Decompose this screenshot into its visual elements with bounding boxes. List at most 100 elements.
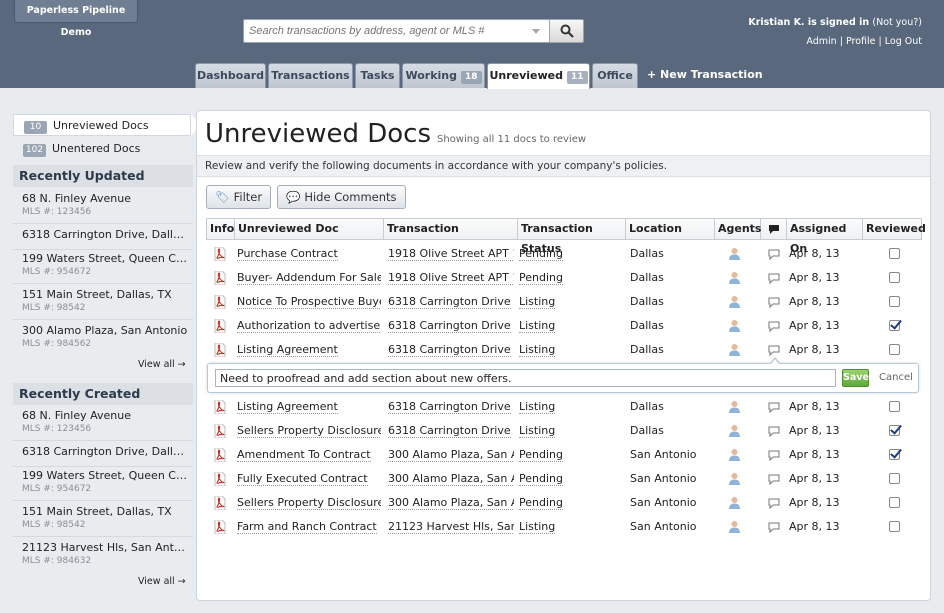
column-header-transaction[interactable]: Transaction	[384, 219, 518, 239]
reviewed-checkbox[interactable]	[889, 497, 900, 508]
pdf-icon[interactable]	[214, 295, 226, 309]
column-header-agents[interactable]: Agents	[715, 219, 761, 239]
not-you-link[interactable]: (Not you?)	[872, 17, 922, 28]
search-input[interactable]	[243, 19, 550, 43]
status-link[interactable]: Listing	[519, 314, 619, 338]
doc-link[interactable]: Sellers Property Disclosure	[237, 419, 381, 443]
speech-bubble-icon[interactable]	[768, 522, 780, 533]
speech-bubble-icon[interactable]	[768, 321, 780, 332]
reviewed-checkbox[interactable]	[889, 272, 900, 283]
transaction-link[interactable]: 300 Alamo Plaza, San Antonio	[388, 443, 514, 467]
speech-bubble-icon[interactable]	[768, 450, 780, 461]
transaction-link[interactable]: 300 Alamo Plaza, San Antonio	[388, 491, 514, 515]
recent-transaction-item[interactable]: 151 Main Street, Dallas, TX MLS #: 98542	[13, 284, 193, 320]
transaction-link[interactable]: 6318 Carrington Drive	[388, 290, 514, 314]
reviewed-checkbox[interactable]	[889, 401, 900, 412]
person-icon[interactable]	[728, 319, 741, 333]
person-icon[interactable]	[728, 271, 741, 285]
speech-bubble-icon[interactable]	[768, 474, 780, 485]
reviewed-checkbox[interactable]	[889, 320, 900, 331]
status-link[interactable]: Listing	[519, 419, 619, 443]
transaction-link[interactable]: 1918 Olive Street APT 1	[388, 266, 514, 290]
doc-link[interactable]: Notice To Prospective Buyer	[237, 290, 381, 314]
person-icon[interactable]	[728, 424, 741, 438]
recent-transaction-item[interactable]: 199 Waters Street, Queen Creek MLS #: 954…	[13, 465, 193, 501]
recent-transaction-item[interactable]: 151 Main Street, Dallas, TX MLS #: 98542	[13, 501, 193, 537]
transaction-link[interactable]: 6318 Carrington Drive	[388, 338, 514, 362]
doc-link[interactable]: Amendment To Contract	[237, 443, 381, 467]
person-icon[interactable]	[728, 247, 741, 261]
status-link[interactable]: Listing	[519, 515, 619, 539]
doc-link[interactable]: Fully Executed Contract	[237, 467, 381, 491]
pdf-icon[interactable]	[214, 319, 226, 333]
column-header-location[interactable]: Location	[626, 219, 715, 239]
column-header-comments[interactable]	[761, 219, 787, 239]
status-link[interactable]: Pending	[519, 443, 619, 467]
pdf-icon[interactable]	[214, 496, 226, 510]
tab-office[interactable]: Office	[592, 63, 638, 88]
transaction-link[interactable]: 300 Alamo Plaza, San Antonio	[388, 467, 514, 491]
doc-link[interactable]: Listing Agreement	[237, 395, 381, 419]
person-icon[interactable]	[728, 343, 741, 357]
recent-transaction-item[interactable]: 6318 Carrington Drive, Dallas, TX	[13, 224, 193, 250]
reviewed-checkbox[interactable]	[889, 296, 900, 307]
speech-bubble-icon[interactable]	[768, 345, 780, 356]
search-dropdown-icon[interactable]	[532, 29, 540, 34]
status-link[interactable]: Pending	[519, 491, 619, 515]
person-icon[interactable]	[728, 400, 741, 414]
speech-bubble-icon[interactable]	[768, 273, 780, 284]
doc-link[interactable]: Buyer- Addendum For Sale	[237, 266, 381, 290]
recent-transaction-item[interactable]: 21123 Harvest Hls, San Antonio MLS #: 984…	[13, 537, 193, 573]
tab-transactions[interactable]: Transactions	[268, 63, 353, 88]
reviewed-checkbox[interactable]	[889, 449, 900, 460]
reviewed-checkbox[interactable]	[889, 248, 900, 259]
pdf-icon[interactable]	[214, 247, 226, 261]
status-link[interactable]: Listing	[519, 290, 619, 314]
speech-bubble-icon[interactable]	[768, 426, 780, 437]
person-icon[interactable]	[728, 472, 741, 486]
transaction-link[interactable]: 6318 Carrington Drive	[388, 314, 514, 338]
pdf-icon[interactable]	[214, 520, 226, 534]
column-header-doc[interactable]: Unreviewed Doc	[235, 219, 384, 239]
cancel-comment-link[interactable]: Cancel	[879, 372, 913, 383]
speech-bubble-icon[interactable]	[768, 249, 780, 260]
transaction-link[interactable]: 1918 Olive Street APT 1	[388, 242, 514, 266]
doc-link[interactable]: Authorization to advertise	[237, 314, 381, 338]
transaction-link[interactable]: 21123 Harvest Hls, San Antonio	[388, 515, 514, 539]
reviewed-checkbox[interactable]	[889, 425, 900, 436]
speech-bubble-icon[interactable]	[768, 498, 780, 509]
speech-bubble-icon[interactable]	[768, 402, 780, 413]
new-transaction-link[interactable]: + New Transaction	[647, 68, 763, 81]
person-icon[interactable]	[728, 496, 741, 510]
profile-link[interactable]: Profile	[846, 36, 876, 47]
search-button[interactable]	[549, 19, 584, 43]
tab-working[interactable]: Working 18	[402, 63, 485, 88]
app-logo[interactable]: Paperless Pipeline Demo	[14, 0, 138, 38]
pdf-icon[interactable]	[214, 343, 226, 357]
doc-link[interactable]: Purchase Contract	[237, 242, 381, 266]
tab-dashboard[interactable]: Dashboard	[195, 63, 266, 88]
person-icon[interactable]	[728, 295, 741, 309]
pdf-icon[interactable]	[214, 448, 226, 462]
column-header-info[interactable]: Info	[207, 219, 235, 239]
speech-bubble-icon[interactable]	[768, 297, 780, 308]
hide-comments-button[interactable]: 💬 Hide Comments	[277, 185, 406, 209]
comment-input[interactable]	[215, 369, 836, 387]
pdf-icon[interactable]	[214, 400, 226, 414]
reviewed-checkbox[interactable]	[889, 521, 900, 532]
column-header-assigned-on[interactable]: Assigned On	[787, 219, 863, 255]
pdf-icon[interactable]	[214, 271, 226, 285]
save-comment-button[interactable]: Save	[842, 369, 869, 387]
column-header-status[interactable]: Transaction Status	[518, 219, 626, 255]
status-link[interactable]: Listing	[519, 395, 619, 419]
person-icon[interactable]	[728, 520, 741, 534]
status-link[interactable]: Pending	[519, 467, 619, 491]
filter-button[interactable]: 🏷 Filter	[206, 185, 272, 209]
doc-link[interactable]: Farm and Ranch Contract	[237, 515, 381, 539]
transaction-link[interactable]: 6318 Carrington Drive	[388, 395, 514, 419]
transaction-link[interactable]: 6318 Carrington Drive	[388, 419, 514, 443]
doc-link[interactable]: Sellers Property Disclosure	[237, 491, 381, 515]
tab-tasks[interactable]: Tasks	[355, 63, 400, 88]
pdf-icon[interactable]	[214, 472, 226, 486]
sidebar-item-unreviewed-docs[interactable]: 10 Unreviewed Docs	[13, 114, 199, 136]
